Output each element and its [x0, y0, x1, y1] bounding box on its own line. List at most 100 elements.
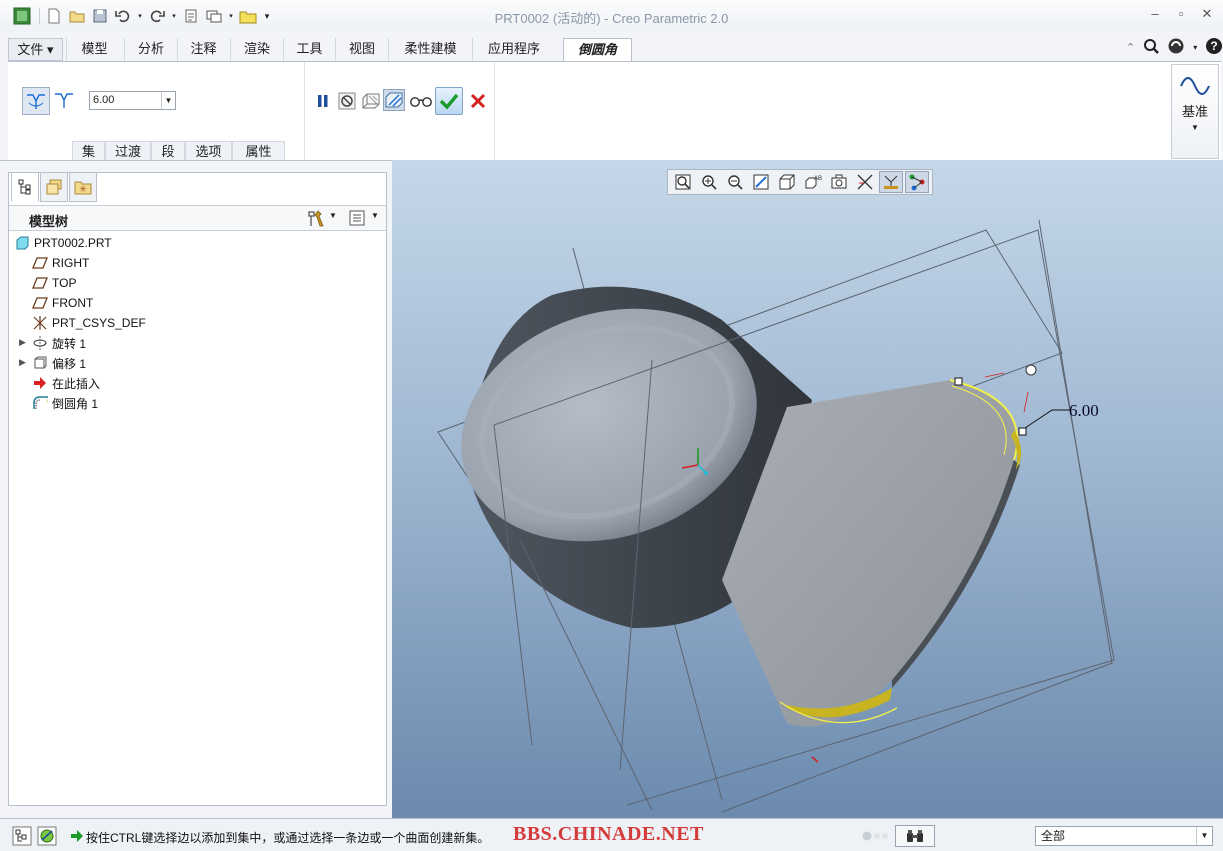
find-binoculars-button[interactable] [895, 825, 935, 847]
transition-mode-button[interactable] [53, 89, 75, 111]
panel-properties[interactable]: 属性 [232, 141, 285, 161]
insert-here-arrow-icon [32, 375, 48, 391]
glasses-preview-icon[interactable] [408, 90, 434, 112]
group-divider [494, 62, 495, 161]
tab-applications[interactable]: 应用程序 [472, 38, 555, 61]
tree-item-label: FRONT [52, 296, 94, 310]
model-tree-title: 模型树 [29, 214, 69, 229]
selection-filter-value: 全部 [1041, 829, 1066, 843]
radius-dimension-label[interactable]: 6.00 [1069, 401, 1099, 421]
show-dropdown-icon[interactable]: ▼ [371, 211, 379, 220]
search-icon[interactable] [1143, 38, 1160, 57]
tree-item-front[interactable]: FRONT [32, 294, 93, 312]
tab-annotate[interactable]: 注释 [177, 38, 229, 61]
tree-item-csys[interactable]: PRT_CSYS_DEF [32, 314, 146, 332]
tree-item-label: RIGHT [52, 256, 90, 270]
model-geometry [437, 219, 1115, 813]
tab-analysis[interactable]: 分析 [124, 38, 177, 61]
tree-item-round[interactable]: ✳ 倒圆角 1 [32, 394, 98, 412]
datum-plane-icon [32, 295, 48, 311]
panel-options[interactable]: 选项 [185, 141, 232, 161]
radius-value-combo[interactable]: 6.00 ▼ [89, 91, 176, 110]
folder-browser-icon [46, 179, 62, 195]
minimize-icon[interactable]: – [1147, 6, 1163, 22]
svg-text:✳: ✳ [46, 397, 48, 405]
tree-item-top[interactable]: TOP [32, 274, 76, 292]
tab-model[interactable]: 模型 [66, 38, 122, 61]
datum-plane-icon [32, 275, 48, 291]
ribbon-tabs: 文件 ▾ 模型 分析 注释 渲染 工具 视图 柔性建模 应用程序 倒圆角 [0, 38, 1223, 62]
expand-arrow-icon[interactable]: ▶ [19, 337, 29, 348]
tree-item-right[interactable]: RIGHT [32, 254, 89, 272]
radius-value: 6.00 [93, 94, 115, 106]
part-icon [14, 235, 30, 251]
separate-preview-button[interactable] [360, 90, 382, 112]
tree-settings-icon[interactable] [306, 209, 326, 230]
close-icon[interactable]: ✕ [1199, 6, 1215, 22]
model-tree-header: 模型树 ▼ ▼ [9, 205, 386, 231]
tab-tools[interactable]: 工具 [283, 38, 335, 61]
chevron-down-icon[interactable]: ▼ [161, 92, 175, 109]
datum-plane-icon [32, 255, 48, 271]
svg-text:✳: ✳ [79, 185, 87, 195]
panel-sets[interactable]: 集 [72, 141, 105, 161]
chevron-down-icon: ▼ [1191, 123, 1199, 132]
community-icon[interactable] [1167, 37, 1185, 58]
group-divider [304, 62, 305, 161]
pause-button[interactable] [312, 90, 334, 112]
tree-item-label: 倒圆角 1 [52, 396, 99, 411]
verify-mode-button[interactable] [383, 89, 405, 111]
panel-transitions[interactable]: 过渡 [105, 141, 151, 161]
status-message: 按住CTRL键选择边以添加到集中，或通过选择一条边或一个曲面创建新集。 [86, 831, 490, 845]
tree-item-label: 在此插入 [52, 376, 101, 391]
svg-text:?: ? [1211, 39, 1218, 53]
collapse-ribbon-icon[interactable]: ⌃ [1126, 41, 1135, 54]
tab-render[interactable]: 渲染 [230, 38, 283, 61]
restore-icon[interactable]: ▫ [1173, 6, 1189, 22]
model-tree-tab[interactable] [11, 172, 39, 202]
favorites-tab[interactable]: ✳ [69, 172, 97, 202]
tree-item-label: TOP [52, 276, 77, 290]
toggle-navigator-icon[interactable] [12, 826, 32, 849]
window-controls: – ▫ ✕ [1147, 6, 1215, 22]
message-arrow-icon [71, 830, 83, 845]
regeneration-status-icon [862, 830, 890, 845]
toggle-browser-icon[interactable] [37, 826, 57, 849]
datum-button[interactable]: 基准 ▼ [1171, 64, 1219, 159]
confirm-checkmark-button[interactable] [435, 87, 463, 115]
expand-arrow-icon[interactable]: ▶ [19, 357, 29, 368]
tree-settings-dropdown-icon[interactable]: ▼ [329, 211, 337, 220]
round-icon: ✳ [32, 395, 48, 411]
tree-item-label: PRT_CSYS_DEF [52, 316, 146, 330]
create-round-set-button[interactable] [22, 87, 50, 115]
tree-item-revolve[interactable]: 旋转 1 [32, 334, 86, 352]
panel-pieces[interactable]: 段 [151, 141, 185, 161]
model-tree-icon [18, 179, 31, 195]
graphics-window[interactable]: AB 6.00 [392, 160, 1223, 818]
help-icon[interactable]: ? [1205, 37, 1223, 58]
ribbon-body: 6.00 ▼ 集 过渡 段 选项 属性 基准 ▼ [8, 61, 1221, 161]
selection-filter-select[interactable]: 全部 ▼ [1035, 826, 1213, 846]
datum-curve-icon [1180, 77, 1210, 95]
window-title: PRT0002 (活动的) - Creo Parametric 2.0 [494, 11, 729, 26]
tree-item-part[interactable]: PRT0002.PRT [14, 234, 112, 252]
chevron-down-icon[interactable]: ▼ [1196, 827, 1212, 845]
tab-file[interactable]: 文件 ▾ [8, 38, 63, 61]
cancel-x-button[interactable] [467, 90, 489, 112]
help-toolbar: ⌃ ▾ ? [1126, 37, 1223, 58]
tree-item-offset[interactable]: 偏移 1 [32, 354, 86, 372]
tab-flexible-modeling[interactable]: 柔性建模 [388, 38, 472, 61]
show-columns-icon[interactable] [348, 209, 366, 230]
tab-view[interactable]: 视图 [335, 38, 388, 61]
community-dropdown-icon[interactable]: ▾ [1193, 43, 1197, 52]
csys-icon [32, 315, 48, 331]
title-bar: ▾ ▾ ▾ ▾ PRT0002 (活动的) - Creo Parametric … [0, 0, 1223, 32]
datum-label: 基准 [1181, 104, 1208, 119]
no-preview-button[interactable] [336, 90, 358, 112]
folder-browser-tab[interactable] [40, 172, 68, 202]
offset-icon [32, 355, 48, 371]
tab-round[interactable]: 倒圆角 [563, 38, 632, 62]
tree-item-insert-here[interactable]: 在此插入 [32, 374, 100, 392]
tree-item-label: 偏移 1 [52, 356, 87, 371]
tree-item-label: 旋转 1 [52, 336, 87, 351]
